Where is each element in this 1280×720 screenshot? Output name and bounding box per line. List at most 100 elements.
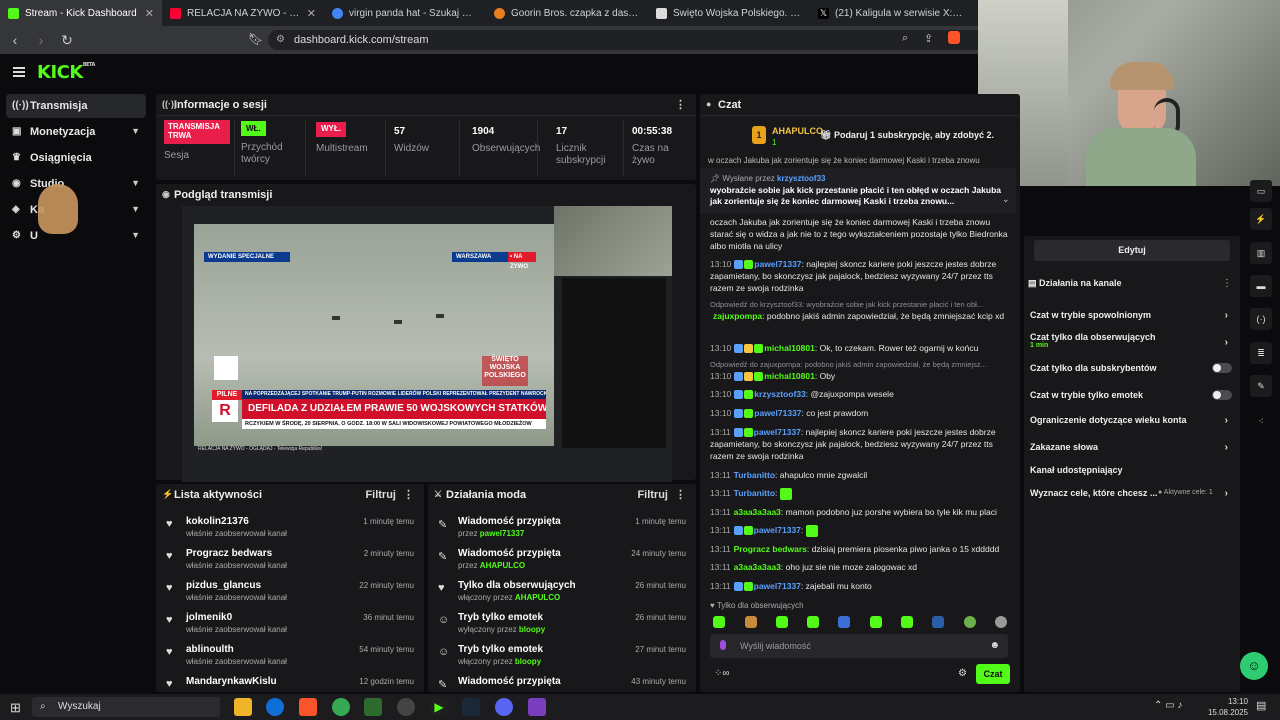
obs-icon[interactable] [397, 698, 415, 716]
bookmark-icon[interactable]: 🔖︎ [248, 32, 263, 46]
clock[interactable]: 13:10 15.08.2025 [1204, 696, 1248, 718]
steam-icon[interactable] [462, 698, 480, 716]
more-icon[interactable]: ⋮ [675, 98, 686, 111]
emote-icon[interactable] [807, 616, 819, 628]
filter-button[interactable]: Filtruj [365, 489, 396, 501]
sidebar-item-ustawienia[interactable]: ⚙ U ▼ [6, 224, 146, 248]
emote-icon[interactable] [964, 616, 976, 628]
banned-words-setting[interactable]: Zakazane słowa › [1030, 442, 1232, 453]
emote-icon[interactable] [838, 616, 850, 628]
emote-icon[interactable] [995, 616, 1007, 628]
send-chat-button[interactable]: Czat [976, 664, 1010, 684]
followers-only-setting[interactable]: Czat tylko dla obserwujących 1 min › [1030, 332, 1232, 349]
notification-icon[interactable]: ▤ [1256, 699, 1266, 712]
session-status: TRANSMISJA TRWA Sesja [164, 120, 230, 176]
emote-icon[interactable] [870, 616, 882, 628]
browser-tab[interactable]: virgin panda hat - Szukaj w Google [324, 0, 486, 26]
top-gifter-name[interactable]: AHAPULCO [772, 126, 823, 136]
stream-preview-video[interactable]: WYDANIE SPECJALNE WARSZAWA • NA ŻYWO PIL… [182, 206, 672, 482]
support-chat-icon[interactable]: ☺ [1240, 652, 1268, 680]
bolt-icon[interactable]: ⚡ [1250, 208, 1272, 230]
reply-context: Odpowiedź do krzysztoof33: wyobraźcie so… [710, 300, 984, 309]
mod-row: ✎ Wiadomość przypięta przez AHAPULCO 24 … [438, 548, 686, 570]
collapse-pinned-icon[interactable]: ⌄ [1002, 194, 1010, 205]
creator-revenue: WŁ. Przychód twórcy [234, 120, 306, 176]
chrome-icon[interactable] [332, 698, 350, 716]
site-info-icon[interactable]: ⚙ [276, 34, 285, 45]
discord-icon[interactable] [495, 698, 513, 716]
layers-icon[interactable]: ≣ [1250, 342, 1272, 364]
pin-icon: ✎ [438, 679, 448, 691]
slow-mode-setting[interactable]: Czat w trybie spowolnionym › [1030, 310, 1232, 321]
edit-button[interactable]: Edytuj [1034, 240, 1230, 261]
sidebar-item-osiagniecia[interactable]: ♛ Osiągnięcia [6, 146, 146, 170]
chat-settings-icon[interactable]: ⚙ [958, 668, 967, 679]
chat-message: 13:11 pawel71337: [710, 524, 1010, 537]
menu-icon[interactable] [13, 67, 25, 77]
special-edition-tag: WYDANIE SPECJALNE [204, 252, 290, 262]
emote-icon[interactable] [776, 616, 788, 628]
browser-tab[interactable]: Goorin Bros. czapka z daszkiem biały [486, 0, 648, 26]
yt-title: RELACJA NA ŻYWO - OGLĄDAJ - Telewizja Re… [198, 446, 323, 452]
search-icon[interactable]: ⌕ [902, 32, 908, 45]
app-icon[interactable] [364, 698, 382, 716]
brave-icon[interactable] [299, 698, 317, 716]
windows-start-icon[interactable]: ⊞ [10, 700, 21, 716]
brave-shield-icon[interactable] [948, 31, 960, 44]
browser-tab[interactable]: 𝕏 (21) Kaligula w serwisie X: „Brakuje [810, 0, 972, 26]
kick-logo[interactable]: KICKBETA [37, 62, 95, 83]
reload-icon[interactable]: ↻ [56, 29, 78, 51]
sidebar-item-studio[interactable]: ◉ Studio ▼ [6, 172, 146, 196]
app-icon[interactable] [528, 698, 546, 716]
signal-icon[interactable]: (·) [1250, 308, 1272, 330]
browser-tab[interactable]: Święto Wojska Polskiego. Przyjedź n [648, 0, 810, 26]
sidebar-item-transmisja[interactable]: ((·)) Transmisja [6, 94, 146, 118]
emote-icon[interactable] [713, 616, 725, 628]
chat-input[interactable]: Wyślij wiadomość ☻ [710, 634, 1008, 658]
city-tag: WARSZAWA [452, 252, 508, 262]
heart-icon: ♥ [438, 582, 445, 594]
google-favicon-icon [332, 7, 343, 19]
account-age-setting[interactable]: Ograniczenie dotyczące wieku konta › [1030, 415, 1232, 426]
dashboard-icon[interactable]: ▭ [1250, 180, 1272, 202]
document-icon[interactable]: ▥ [1250, 242, 1272, 264]
back-icon[interactable]: ‹ [4, 29, 26, 51]
filter-button[interactable]: Filtruj [637, 489, 668, 501]
share-icon[interactable]: ⇪ [924, 32, 933, 45]
explorer-icon[interactable] [234, 698, 252, 716]
sidebar-item-monetyzacja[interactable]: ▣ Monetyzacja ▼ [6, 120, 146, 144]
gift-sub-button[interactable]: 🎁︎ Podaruj 1 subskrypcję, aby zdobyć 2. [820, 130, 994, 141]
close-tab-icon[interactable]: ✕ [145, 7, 154, 20]
browser-tab[interactable]: RELACJA NA ŻYWO - OGLĄD ✕ [162, 0, 324, 26]
kick-app-icon[interactable]: ▶ [430, 698, 448, 716]
taskbar-search[interactable]: ⌕ Wyszukaj [32, 697, 220, 717]
more-icon[interactable]: ⋮ [403, 488, 414, 501]
browser-tab[interactable]: Stream - Kick Dashboard ✕ [0, 0, 162, 26]
emote-icon[interactable] [745, 616, 757, 628]
subs-only-setting[interactable]: Czat tylko dla subskrybentów [1030, 363, 1232, 373]
pin-icon: ✎ [438, 519, 448, 531]
close-tab-icon[interactable]: ✕ [307, 7, 316, 20]
tray-icons[interactable]: ⌃ ▭ ♪ [1154, 700, 1182, 711]
mod-row: ♥ Tylko dla obserwujących włączony przez… [438, 580, 686, 602]
emote-only-setting[interactable]: Czat w trybie tylko emotek [1030, 390, 1232, 400]
goals-setting[interactable]: Wyznacz cele, które chcesz ... ● Aktywne … [1030, 488, 1232, 499]
edge-icon[interactable] [266, 698, 284, 716]
emoji-icon[interactable]: ☻ [989, 640, 1000, 651]
republika-logo: R [212, 400, 238, 422]
forward-icon[interactable]: › [30, 29, 52, 51]
emote-icon[interactable] [901, 616, 913, 628]
share-icon[interactable]: ⁖ [1250, 410, 1272, 432]
url-field[interactable]: ⚙ dashboard.kick.com/stream [268, 30, 988, 50]
more-icon[interactable]: ⋮ [675, 488, 686, 501]
more-icon[interactable]: ⋮ [1222, 278, 1232, 289]
chat-icon[interactable]: ▬ [1250, 275, 1272, 297]
wrench-icon[interactable]: ✎ [1250, 375, 1272, 397]
host-channel-setting[interactable]: Kanał udostępniający [1030, 465, 1232, 475]
pinned-by: 📌︎ Wysłane przez krzysztoof33 [710, 174, 826, 183]
bolt-icon: ⚡ [162, 489, 174, 499]
live-tag: • NA ŻYWO [508, 252, 536, 270]
chat-message: zajuxpompa: podobno jakiś admin zapowied… [713, 311, 1005, 321]
emote-icon[interactable] [932, 616, 944, 628]
chat-tools-icon[interactable]: ⁘∞ [714, 668, 730, 679]
